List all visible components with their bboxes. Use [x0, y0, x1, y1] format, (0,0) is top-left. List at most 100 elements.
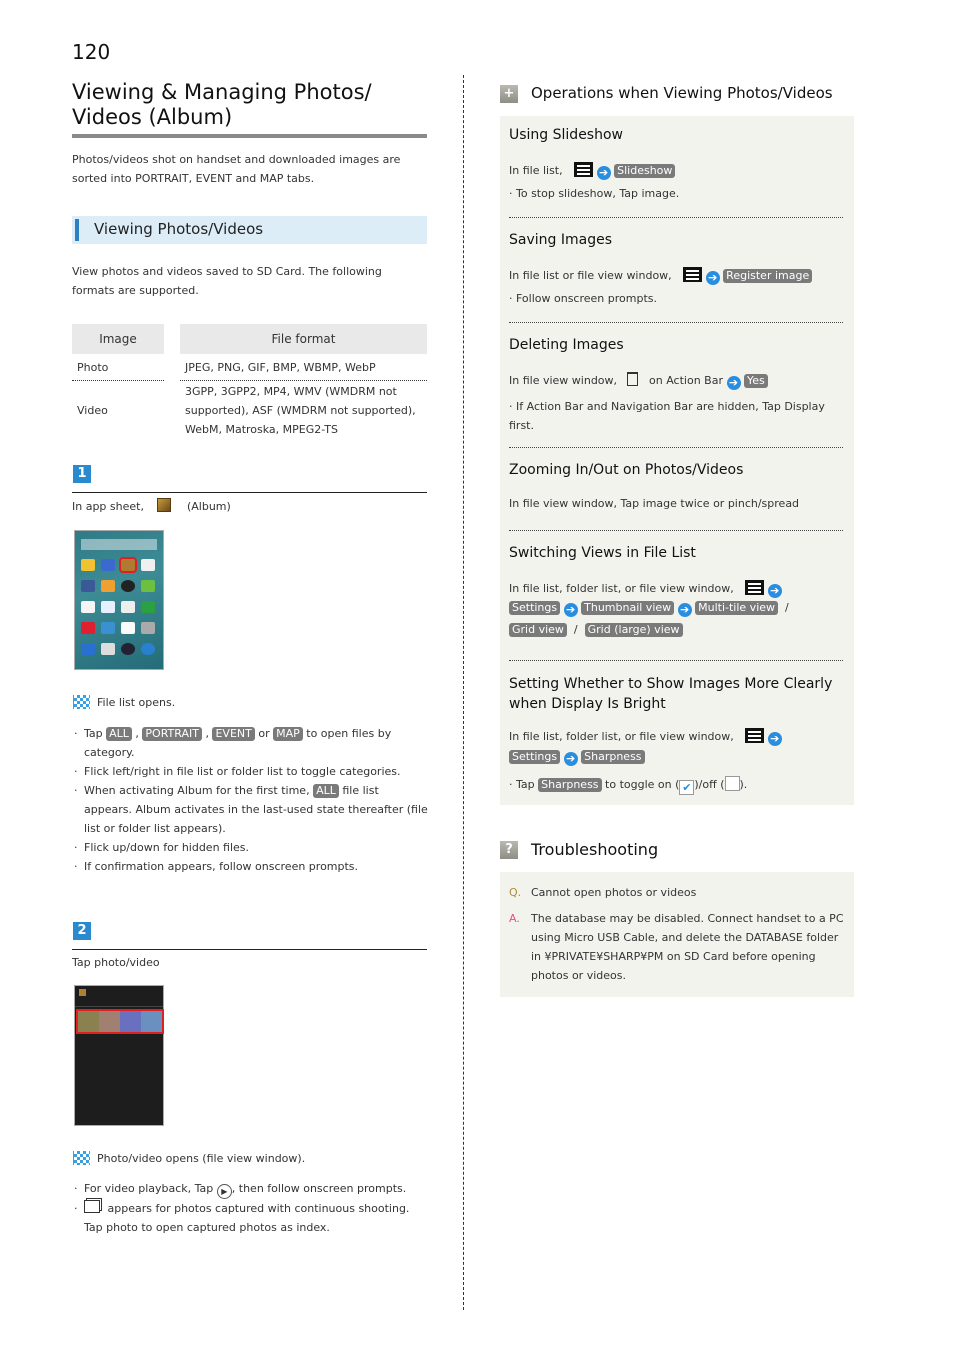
- troubleshooting-heading: Troubleshooting: [531, 840, 659, 859]
- saving-title: Saving Images: [509, 232, 612, 248]
- menu-icon: [745, 728, 765, 743]
- arrow-right-icon: ➔: [596, 166, 611, 180]
- tab-strip: [75, 1000, 163, 1007]
- settings-pill: Settings: [509, 750, 561, 764]
- menu-icon: [574, 162, 594, 177]
- thumbnail-view-pill: Thumbnail view: [581, 601, 675, 615]
- file-list-screenshot: [74, 985, 164, 1126]
- step-rule: [72, 949, 427, 950]
- sharpness-steps-1: In file list, folder list, or file view …: [509, 728, 782, 746]
- operations-panel: Using Slideshow In file list, ➔ Slidesho…: [500, 116, 854, 805]
- table-row: Video 3GPP, 3GPP2, MP4, WMV (WMDRM not s…: [77, 385, 416, 436]
- column-divider: [463, 75, 464, 1310]
- sharpness-pill: Sharpness: [538, 778, 602, 792]
- sharpness-title: Setting Whether to Show Images More Clea…: [509, 676, 833, 712]
- step-1-result: File list opens.: [97, 696, 176, 709]
- arrow-right-icon: ➔: [767, 732, 782, 746]
- note-burst: appears for photos captured with continu…: [72, 1199, 432, 1237]
- tab-event-pill: EVENT: [212, 727, 255, 741]
- tab-all-pill: ALL: [106, 727, 132, 741]
- burst-stack-icon: [84, 1200, 100, 1213]
- menu-icon: [683, 267, 703, 282]
- arrow-right-icon: ➔: [705, 271, 720, 285]
- page-number: 120: [72, 40, 111, 64]
- note-tabs: Tap ALL , PORTRAIT , EVENT or MAP to ope…: [72, 724, 430, 762]
- deleting-note: · If Action Bar and Navigation Bar are h…: [509, 400, 825, 432]
- step-2-result: Photo/video opens (file view window).: [97, 1152, 306, 1165]
- dotted-divider: [509, 322, 843, 323]
- switching-steps-3: Grid view / Grid (large) view: [509, 623, 683, 637]
- grid-view-pill: Grid view: [509, 623, 567, 637]
- table-header-format: File format: [180, 324, 427, 354]
- slideshow-title: Using Slideshow: [509, 127, 623, 143]
- saving-note: · Follow onscreen prompts.: [509, 292, 657, 305]
- note-confirm: If confirmation appears, follow onscreen…: [72, 857, 430, 876]
- result-flag-icon: [73, 695, 90, 709]
- trash-icon: [626, 372, 638, 386]
- viewing-description: View photos and videos saved to SD Card.…: [72, 265, 382, 297]
- slideshow-steps: In file list, ➔ Slideshow: [509, 162, 676, 180]
- grid-large-view-pill: Grid (large) view: [584, 623, 683, 637]
- all-pill: ALL: [313, 784, 339, 798]
- play-icon: ▶: [216, 1184, 232, 1199]
- step-1-instruction: In app sheet,: [72, 500, 144, 513]
- sharpness-note: · Tap Sharpness to toggle on (✔)/off ().: [509, 776, 748, 795]
- dotted-divider: [509, 217, 843, 218]
- register-image-pill: Register image: [723, 269, 813, 283]
- multi-tile-view-pill: Multi-tile view: [695, 601, 779, 615]
- app-sheet-screenshot: [74, 530, 164, 670]
- step-1-suffix: (Album): [186, 500, 231, 513]
- note-video-playback: For video playback, Tap ▶, then follow o…: [72, 1179, 432, 1199]
- zooming-text: In file view window, Tap image twice or …: [509, 497, 800, 510]
- formats-table: Image File format Photo JPEG, PNG, GIF, …: [72, 324, 427, 440]
- page-title: Viewing & Managing Photos/ Videos (Album…: [72, 80, 372, 129]
- album-app-highlight: [119, 557, 137, 573]
- table-row: Photo JPEG, PNG, GIF, BMP, WBMP, WebP: [72, 354, 427, 381]
- arrow-right-icon: ➔: [767, 584, 782, 598]
- zooming-title: Zooming In/Out on Photos/Videos: [509, 462, 744, 478]
- step-2-badge: 2: [73, 922, 91, 940]
- tab-portrait-pill: PORTRAIT: [142, 727, 202, 741]
- note-first-time: When activating Album for the first time…: [72, 781, 430, 838]
- note-flick-lr: Flick left/right in file list or folder …: [72, 762, 430, 781]
- album-app-icon: [157, 498, 172, 512]
- sharpness-pill: Sharpness: [581, 750, 645, 764]
- step-1-badge: 1: [73, 465, 91, 483]
- menu-icon: [745, 580, 765, 595]
- step-2-instruction: Tap photo/video: [72, 956, 160, 969]
- sharpness-steps-2: Settings ➔ Sharpness: [509, 750, 645, 766]
- google-search-bar: [81, 539, 157, 550]
- heading-accent-bar: [75, 219, 79, 241]
- dotted-divider: [509, 660, 843, 661]
- plus-icon: +: [500, 85, 518, 103]
- arrow-right-icon: ➔: [726, 376, 741, 390]
- settings-pill: Settings: [509, 601, 561, 615]
- yes-pill: Yes: [744, 374, 768, 388]
- deleting-title: Deleting Images: [509, 337, 624, 353]
- checkbox-checked-icon: ✔: [679, 780, 695, 795]
- step-rule: [72, 492, 427, 493]
- dotted-divider: [509, 530, 843, 531]
- switching-steps-1: In file list, folder list, or file view …: [509, 580, 782, 598]
- switching-steps-2: Settings ➔ Thumbnail view ➔ Multi-tile v…: [509, 601, 789, 617]
- note-flick-ud: Flick up/down for hidden files.: [72, 838, 430, 857]
- app-icon-grid: [81, 557, 155, 655]
- slideshow-note: · To stop slideshow, Tap image.: [509, 187, 680, 200]
- deleting-steps: In file view window, on Action Bar ➔ Yes: [509, 372, 768, 390]
- question-item: Q. Cannot open photos or videos: [509, 886, 697, 899]
- title-rule: [72, 134, 427, 138]
- arrow-right-icon: ➔: [563, 603, 578, 617]
- switching-title: Switching Views in File List: [509, 545, 696, 561]
- operations-heading: Operations when Viewing Photos/Videos: [531, 84, 833, 102]
- troubleshooting-panel: Q. Cannot open photos or videos A. The d…: [500, 872, 854, 997]
- saving-steps: In file list or file view window, ➔ Regi…: [509, 267, 813, 285]
- section-heading-viewing: Viewing Photos/Videos: [72, 216, 427, 244]
- intro-text: Photos/videos shot on handset and downlo…: [72, 153, 401, 185]
- checkbox-unchecked-icon: [724, 776, 740, 791]
- section-heading-text: Viewing Photos/Videos: [94, 220, 264, 238]
- dotted-divider: [509, 447, 843, 448]
- question-icon: ?: [500, 841, 518, 859]
- table-header-image: Image: [72, 324, 164, 354]
- result-flag-icon: [73, 1151, 90, 1165]
- thumbnail-row-highlight[interactable]: [76, 1009, 164, 1034]
